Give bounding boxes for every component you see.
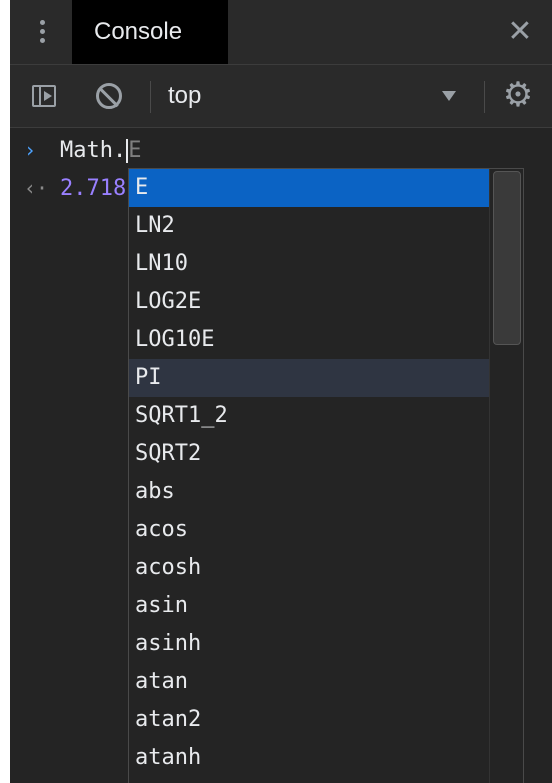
autocomplete-scrollbar[interactable] [493,171,521,345]
tab-console[interactable]: Console [72,0,228,64]
autocomplete-item[interactable]: LOG2E [129,283,489,321]
autocomplete-dropdown[interactable]: E LN2 LN10 LOG2E LOG10E PI SQRT1_2 SQRT2 abs acos… [128,168,524,783]
autocomplete-item[interactable]: acosh [129,549,489,587]
autocomplete-item[interactable]: acos [129,511,489,549]
autocomplete-item[interactable]: LN10 [129,245,489,283]
autocomplete-item[interactable]: SQRT1_2 [129,397,489,435]
autocomplete-item[interactable]: asinh [129,625,489,663]
close-icon[interactable]: ✕ [502,14,538,50]
console-input-line[interactable]: › Math.E [10,136,552,166]
result-arrow-icon: ‹· [24,176,49,200]
autocomplete-item[interactable]: abs [129,473,489,511]
autocomplete-item[interactable]: SQRT2 [129,435,489,473]
autocomplete-item[interactable]: atan [129,663,489,701]
autocomplete-item[interactable]: E [129,169,489,207]
triangle-down-icon[interactable] [442,91,456,101]
console-panel: › Math.E ‹· 2.718 E LN2 LN10 LOG2E LOG10E PI S… [10,128,552,783]
ghost-completion: E [128,138,142,163]
toolbar-divider [484,81,485,113]
context-selector[interactable]: top [168,79,201,113]
console-toolbar: top ⚙ [10,65,552,128]
clear-console-icon[interactable] [96,83,122,109]
kebab-icon[interactable] [30,18,54,46]
gear-icon[interactable]: ⚙ [502,78,534,112]
autocomplete-item[interactable]: LN2 [129,207,489,245]
tab-bar: Console ✕ [10,0,552,65]
console-input[interactable]: Math.E [60,136,141,166]
autocomplete-item[interactable]: atan2 [129,701,489,739]
autocomplete-item[interactable]: atanh [129,739,489,777]
devtools-window: Console ✕ top ⚙ › Math.E ‹· 2.718 E LN2 LN… [10,0,552,783]
prompt-icon: › [24,138,37,162]
result-value: 2.718 [60,176,127,201]
input-value: Math. [60,138,127,163]
autocomplete-item[interactable]: PI [129,359,489,397]
autocomplete-scroll-track [489,169,490,783]
autocomplete-item[interactable]: LOG10E [129,321,489,359]
sidebar-toggle-icon[interactable] [32,85,56,107]
toolbar-divider [150,81,151,113]
autocomplete-item[interactable]: asin [129,587,489,625]
